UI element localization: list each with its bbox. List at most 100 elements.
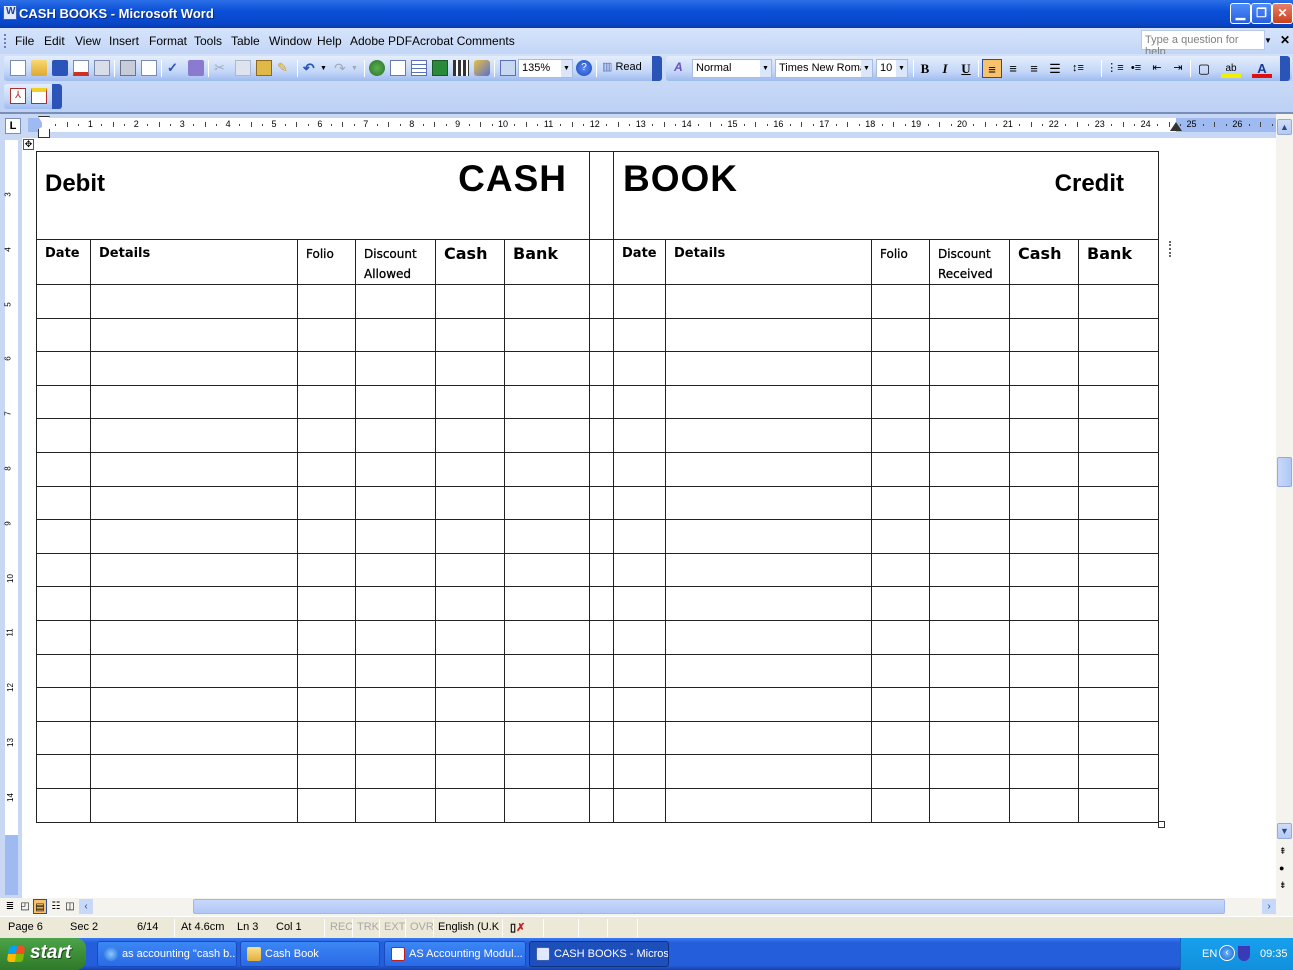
align-center-button[interactable]: ≡	[1003, 59, 1023, 78]
discount-received-cell[interactable]	[929, 619, 1010, 655]
credit-bank-cell[interactable]	[1078, 485, 1159, 521]
table-move-handle[interactable]: ✥	[23, 139, 34, 150]
credit-folio-cell[interactable]	[871, 787, 930, 823]
credit-date-cell[interactable]	[613, 351, 666, 386]
discount-allowed-cell[interactable]	[355, 552, 436, 588]
debit-cash-cell[interactable]	[435, 619, 505, 655]
debit-date-cell[interactable]	[36, 317, 91, 353]
paste-icon[interactable]	[256, 60, 272, 76]
debit-details-cell[interactable]	[90, 586, 298, 621]
credit-bank-cell[interactable]	[1078, 619, 1159, 655]
taskbar-item-acrobat[interactable]: AS Accounting Modul...	[384, 941, 526, 967]
debit-folio-cell[interactable]	[297, 552, 356, 588]
debit-details-cell[interactable]	[90, 653, 298, 689]
credit-date-cell[interactable]	[613, 653, 666, 689]
debit-folio-cell[interactable]	[297, 451, 356, 487]
status-trk[interactable]: TRK	[357, 921, 379, 933]
menu-table[interactable]: Table	[231, 34, 260, 48]
discount-received-cell[interactable]	[929, 418, 1010, 453]
ruler-strip[interactable]: 1 2 3 4 5 6 7 8 9 10 11 12 13 14 15 16 17 18 19 20 21 22 23 24 2…	[28, 118, 1276, 132]
highlight-button[interactable]: ab	[1221, 59, 1241, 78]
debit-folio-header[interactable]: Folio	[297, 239, 356, 285]
zoom-combo[interactable]: 135% ▼	[518, 59, 573, 78]
credit-cash-cell[interactable]	[1009, 787, 1079, 823]
style-combo[interactable]: Normal ▼	[692, 59, 772, 78]
credit-folio-cell[interactable]	[871, 720, 930, 756]
divider-cell[interactable]	[589, 586, 614, 621]
credit-folio-cell[interactable]	[871, 687, 930, 722]
debit-cash-cell[interactable]	[435, 451, 505, 487]
discount-received-cell[interactable]	[929, 552, 1010, 588]
discount-allowed-cell[interactable]	[355, 687, 436, 722]
credit-bank-cell[interactable]	[1078, 653, 1159, 689]
discount-allowed-cell[interactable]	[355, 653, 436, 689]
pdf-toolbar-options-icon[interactable]	[52, 84, 62, 109]
credit-folio-cell[interactable]	[871, 351, 930, 386]
debit-cash-cell[interactable]	[435, 787, 505, 823]
debit-bank-cell[interactable]	[504, 519, 590, 554]
debit-date-cell[interactable]	[36, 451, 91, 487]
menu-tools[interactable]: Tools	[194, 34, 222, 48]
menu-format[interactable]: Format	[149, 34, 187, 48]
credit-folio-cell[interactable]	[871, 586, 930, 621]
debit-details-cell[interactable]	[90, 451, 298, 487]
menu-grip[interactable]	[4, 34, 6, 48]
credit-cash-cell[interactable]	[1009, 384, 1079, 420]
credit-details-cell[interactable]	[665, 451, 872, 487]
style-dropdown-icon[interactable]: ▼	[760, 60, 771, 77]
debit-bank-cell[interactable]	[504, 384, 590, 420]
debit-bank-cell[interactable]	[504, 720, 590, 756]
debit-folio-cell[interactable]	[297, 687, 356, 722]
divider-cell[interactable]	[589, 787, 614, 823]
credit-folio-cell[interactable]	[871, 451, 930, 487]
scroll-left-button[interactable]: ‹	[79, 899, 93, 914]
divider-cell[interactable]	[589, 451, 614, 487]
menu-window[interactable]: Window	[269, 34, 312, 48]
debit-details-cell[interactable]	[90, 384, 298, 420]
discount-allowed-cell[interactable]	[355, 384, 436, 420]
discount-allowed-cell[interactable]	[355, 754, 436, 789]
divider-cell[interactable]	[589, 239, 614, 285]
debit-date-cell[interactable]	[36, 720, 91, 756]
debit-details-cell[interactable]	[90, 351, 298, 386]
credit-cash-cell[interactable]	[1009, 720, 1079, 756]
close-button[interactable]: ✕	[1272, 3, 1293, 24]
debit-details-cell[interactable]	[90, 787, 298, 823]
debit-folio-cell[interactable]	[297, 787, 356, 823]
vertical-scroll-thumb[interactable]	[1277, 457, 1292, 487]
debit-cash-cell[interactable]	[435, 586, 505, 621]
debit-cash-cell[interactable]	[435, 687, 505, 722]
credit-date-cell[interactable]	[613, 754, 666, 789]
discount-allowed-cell[interactable]	[355, 418, 436, 453]
start-button[interactable]: start	[0, 938, 86, 970]
credit-folio-cell[interactable]	[871, 653, 930, 689]
divider-cell[interactable]	[589, 418, 614, 453]
vertical-ruler[interactable]: 3456789101112131415	[0, 138, 22, 898]
minimize-button[interactable]: ▁	[1230, 3, 1251, 24]
discount-allowed-header[interactable]: Discount Allowed	[355, 239, 436, 285]
credit-cash-cell[interactable]	[1009, 485, 1079, 521]
debit-cash-cell[interactable]	[435, 418, 505, 453]
debit-date-cell[interactable]	[36, 351, 91, 386]
discount-received-cell[interactable]	[929, 586, 1010, 621]
reading-layout-view-button[interactable]: ◫	[63, 899, 77, 914]
discount-allowed-cell[interactable]	[355, 451, 436, 487]
credit-date-cell[interactable]	[613, 384, 666, 420]
discount-allowed-cell[interactable]	[355, 619, 436, 655]
credit-cash-cell[interactable]	[1009, 284, 1079, 319]
menu-file[interactable]: File	[15, 34, 34, 48]
debit-folio-cell[interactable]	[297, 720, 356, 756]
credit-date-cell[interactable]	[613, 586, 666, 621]
debit-date-cell[interactable]	[36, 586, 91, 621]
discount-received-header[interactable]: Discount Received	[929, 239, 1010, 285]
debit-date-cell[interactable]	[36, 552, 91, 588]
divider-cell[interactable]	[589, 351, 614, 386]
debit-cash-cell[interactable]	[435, 317, 505, 353]
credit-details-cell[interactable]	[665, 384, 872, 420]
debit-folio-cell[interactable]	[297, 418, 356, 453]
formatting-options-icon[interactable]	[1280, 56, 1290, 81]
credit-folio-cell[interactable]	[871, 485, 930, 521]
debit-folio-cell[interactable]	[297, 284, 356, 319]
debit-cash-cell[interactable]	[435, 552, 505, 588]
debit-bank-cell[interactable]	[504, 619, 590, 655]
